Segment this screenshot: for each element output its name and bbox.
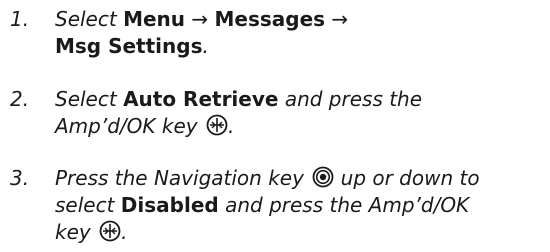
step-punctuation: .: [121, 220, 128, 244]
step-number: 3.: [10, 166, 30, 190]
step-text: and press the: [284, 87, 423, 111]
step-number: 2.: [10, 87, 30, 111]
messages-label: Messages: [214, 7, 326, 31]
arrow-icon: →: [331, 7, 349, 31]
step-punctuation: .: [227, 114, 235, 138]
menu-label: Menu: [123, 7, 186, 31]
step-number: 1.: [10, 7, 30, 31]
step-text: key: [55, 220, 91, 244]
step-body: Select Auto Retrieve and press the Amp’d…: [55, 86, 525, 140]
step-text: Select: [55, 87, 117, 111]
auto-retrieve-label: Auto Retrieve: [123, 87, 279, 111]
step-text: and press the Amp’d/OK: [225, 193, 470, 217]
step-body: Press the Navigation key up or down to s…: [55, 165, 525, 246]
step-text: up or down to: [340, 166, 480, 190]
amp-ok-key-icon: [99, 220, 121, 242]
instruction-document: 1. Select Menu → Messages → Msg Settings…: [0, 0, 550, 252]
msg-settings-label: Msg Settings: [55, 34, 203, 58]
step-text: Amp’d/OK key: [55, 114, 198, 138]
step-text: Press the Navigation key: [55, 166, 304, 190]
step-body: Select Menu → Messages → Msg Settings.: [55, 6, 525, 60]
arrow-icon: →: [191, 7, 209, 31]
disabled-label: Disabled: [120, 193, 219, 217]
navigation-key-icon: [312, 166, 334, 188]
step-text: Select: [55, 7, 117, 31]
step-text: select: [55, 193, 115, 217]
step-punctuation: .: [202, 34, 209, 58]
amp-ok-key-icon: [206, 114, 228, 136]
